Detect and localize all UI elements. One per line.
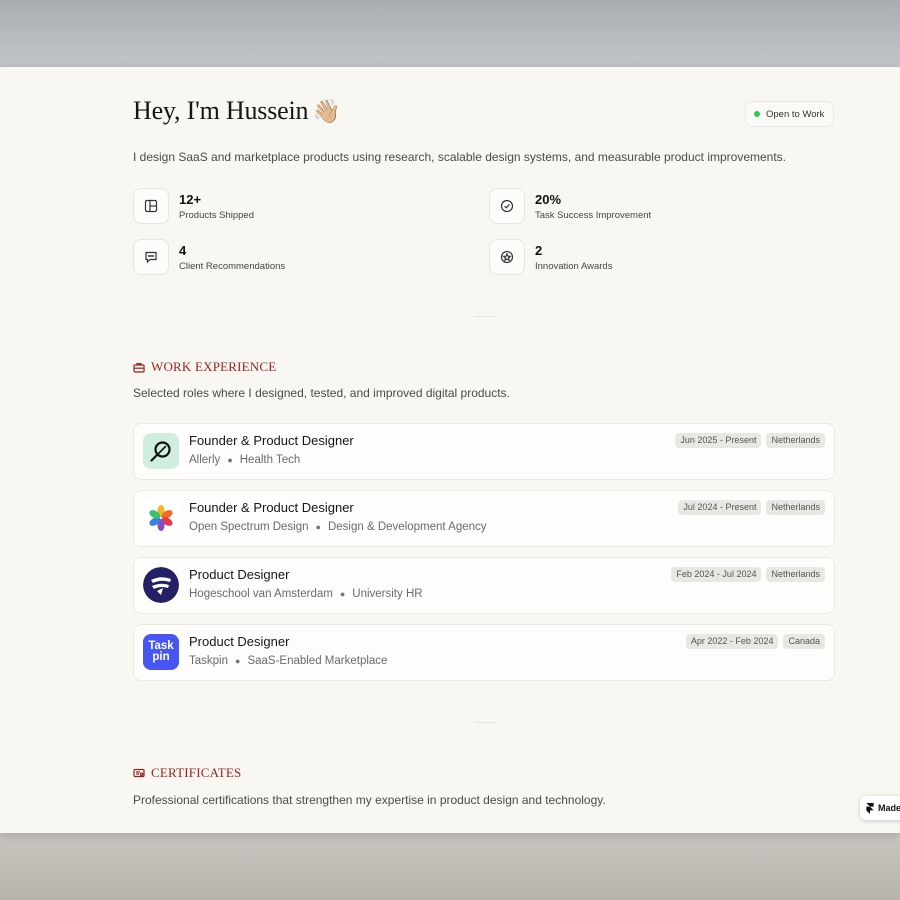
company-line: Hogeschool van Amsterdam ● University HR (189, 588, 423, 600)
company-name: Taskpin (189, 655, 228, 667)
status-dot-icon (754, 111, 760, 117)
stat-value: 12+ (179, 191, 202, 207)
location-tag: Netherlands (766, 500, 825, 515)
experience-card-hva[interactable]: Product Designer Hogeschool van Amsterda… (133, 557, 835, 614)
stat-task-success: 20% Task Success Improvement (489, 188, 651, 224)
date-tag: Apr 2022 - Feb 2024 (685, 634, 779, 649)
bullet-separator: ● (315, 522, 321, 532)
company-line: Open Spectrum Design ● Design & Developm… (189, 521, 487, 533)
layout-icon (133, 188, 169, 224)
tag-group: Feb 2024 - Jul 2024 Netherlands (671, 567, 825, 582)
tag-group: Jul 2024 - Present Netherlands (678, 500, 825, 515)
stat-value: 2 (535, 242, 543, 258)
page-title: Hey, I'm Hussein 👋🏼 (133, 96, 341, 125)
role-title: Founder & Product Designer (189, 500, 354, 515)
certificates-subtitle: Professional certifications that strengt… (133, 793, 606, 807)
award-icon (489, 239, 525, 275)
company-category: Health Tech (239, 454, 301, 466)
work-experience-subtitle: Selected roles where I designed, tested,… (133, 386, 510, 400)
intro-text: I design SaaS and marketplace products u… (133, 150, 787, 164)
company-line: Allerly ● Health Tech (189, 454, 300, 466)
stat-value: 4 (179, 242, 187, 258)
open-to-work-badge[interactable]: Open to Work (745, 101, 835, 127)
allerly-logo (143, 433, 179, 469)
location-tag: Netherlands (766, 567, 825, 582)
waving-hand-emoji: 👋🏼 (312, 99, 341, 124)
stat-label: Innovation Awards (535, 260, 613, 272)
stat-label: Task Success Improvement (535, 209, 652, 221)
role-title: Product Designer (189, 567, 290, 582)
section-divider (474, 722, 496, 723)
section-divider (474, 316, 496, 317)
hva-logo (143, 567, 179, 603)
badge-label: Made (878, 803, 900, 813)
date-tag: Feb 2024 - Jul 2024 (671, 567, 762, 582)
stat-label: Products Shipped (179, 209, 254, 221)
company-name: Open Spectrum Design (189, 521, 309, 533)
backdrop-bottom (0, 832, 900, 900)
company-category: SaaS-Enabled Marketplace (247, 655, 388, 667)
company-category: Design & Development Agency (327, 521, 487, 533)
framer-icon (866, 802, 874, 814)
location-tag: Canada (783, 634, 825, 649)
company-name: Allerly (189, 454, 221, 466)
message-icon (133, 239, 169, 275)
stat-products-shipped: 12+ Products Shipped (133, 188, 254, 224)
location-tag: Netherlands (766, 433, 825, 448)
certificate-icon (133, 768, 145, 777)
date-tag: Jul 2024 - Present (678, 500, 762, 515)
tag-group: Jun 2025 - Present Netherlands (675, 433, 825, 448)
company-line: Taskpin ● SaaS-Enabled Marketplace (189, 655, 387, 667)
status-label: Open to Work (766, 108, 825, 120)
briefcase-icon (133, 362, 145, 373)
stat-innovation-awards: 2 Innovation Awards (489, 239, 612, 275)
bullet-separator: ● (339, 589, 346, 599)
tag-group: Apr 2022 - Feb 2024 Canada (685, 634, 825, 649)
role-title: Founder & Product Designer (189, 433, 354, 448)
check-circle-icon (489, 188, 525, 224)
date-tag: Jun 2025 - Present (675, 433, 762, 448)
experience-card-open-spectrum[interactable]: Founder & Product Designer Open Spectrum… (133, 490, 835, 547)
certificates-heading: CERTIFICATES (133, 765, 241, 781)
experience-card-allerly[interactable]: Founder & Product Designer Allerly ● Hea… (133, 423, 835, 480)
stat-label: Client Recommendations (179, 260, 286, 272)
role-title: Product Designer (189, 634, 290, 649)
made-with-badge[interactable]: Made (860, 796, 900, 820)
company-name: Hogeschool van Amsterdam (189, 588, 333, 600)
company-category: University HR (352, 588, 423, 600)
open-spectrum-logo (143, 500, 179, 536)
bullet-separator: ● (235, 656, 241, 666)
experience-card-taskpin[interactable]: Task pin Product Designer Taskpin ● SaaS… (133, 624, 835, 681)
taskpin-logo: Task pin (143, 634, 179, 670)
backdrop-top (0, 0, 900, 68)
work-experience-heading: WORK EXPERIENCE (133, 359, 276, 375)
stat-client-recommendations: 4 Client Recommendations (133, 239, 285, 275)
bullet-separator: ● (227, 455, 233, 465)
stat-value: 20% (535, 191, 562, 207)
